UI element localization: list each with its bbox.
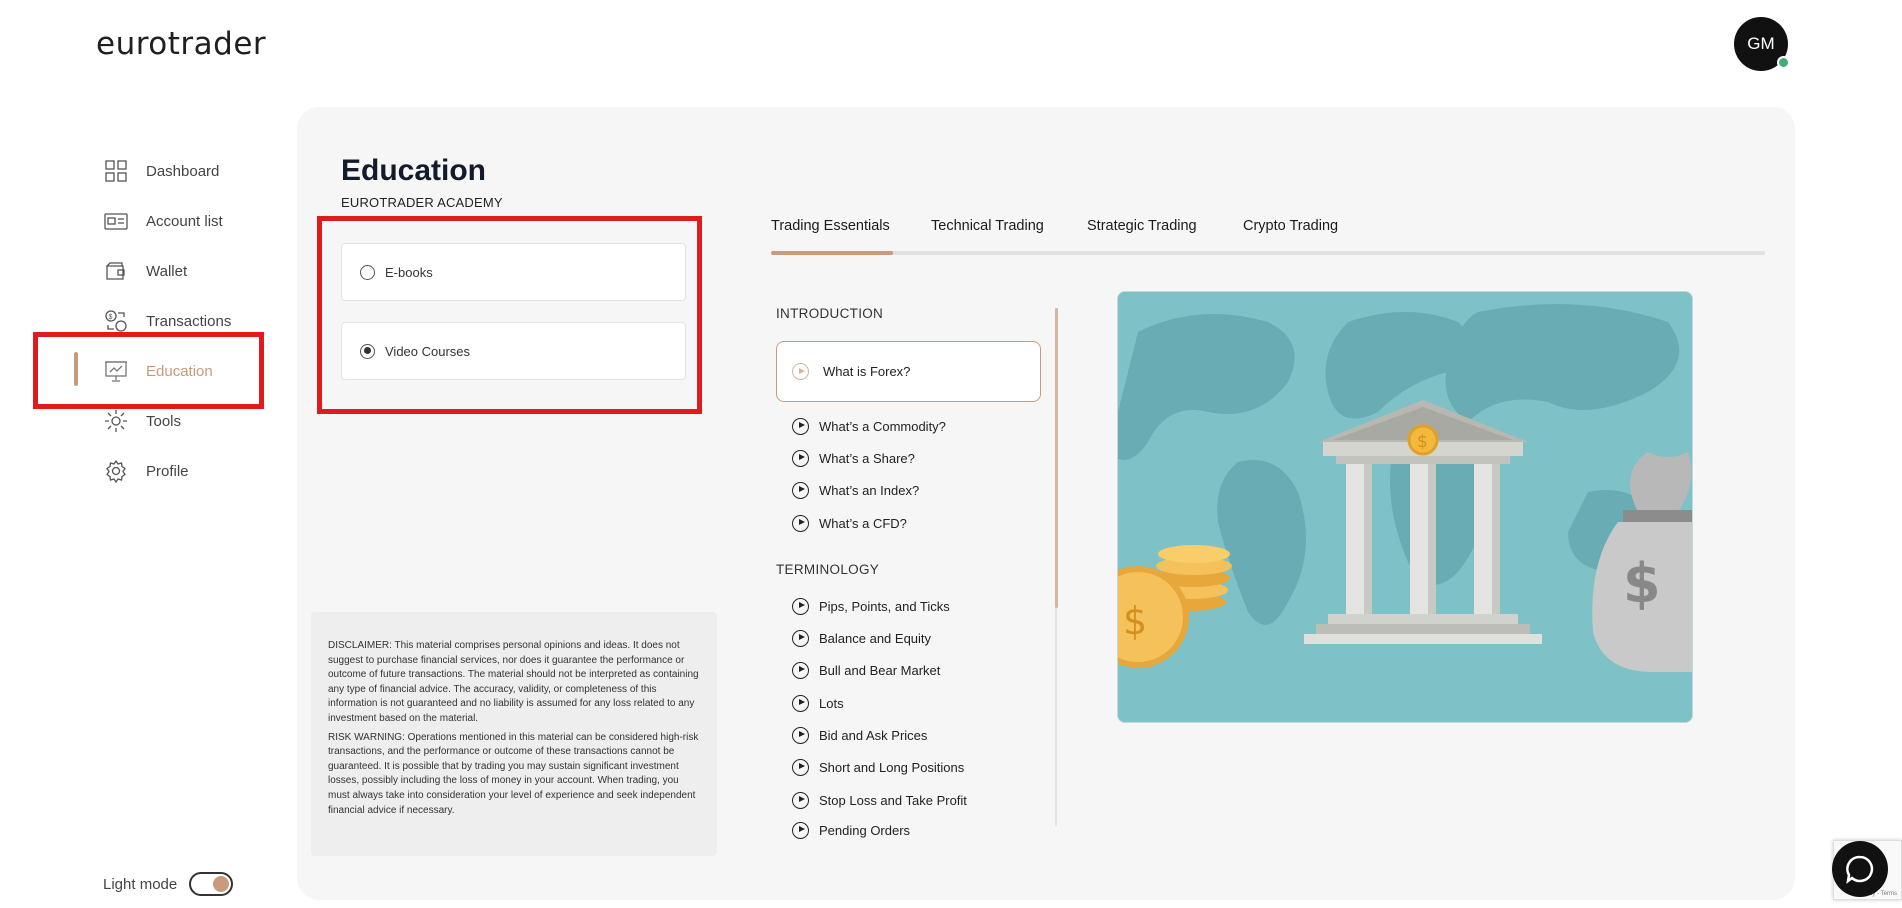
tab-trading-essentials[interactable]: Trading Essentials xyxy=(771,218,890,234)
lesson-label: Bid and Ask Prices xyxy=(819,727,928,743)
tab-track xyxy=(771,251,1765,255)
sidebar-item-label: Wallet xyxy=(146,262,188,280)
section-label-introduction: INTRODUCTION xyxy=(776,306,884,321)
light-mode-switch: Light mode xyxy=(103,872,234,896)
wallet-icon xyxy=(106,262,125,280)
chat-widget-button[interactable] xyxy=(1832,841,1888,897)
play-icon xyxy=(792,629,809,647)
lesson-item[interactable]: Balance and Equity xyxy=(792,627,931,649)
user-avatar[interactable]: GM xyxy=(1734,17,1790,71)
lesson-label: Short and Long Positions xyxy=(819,759,965,775)
lesson-label: Stop Loss and Take Profit xyxy=(819,792,967,808)
sidebar-item-label: Transactions xyxy=(146,312,232,330)
lesson-label: Pips, Points, and Ticks xyxy=(819,598,950,614)
risk-warning-text: RISK WARNING: Operations mentioned in th… xyxy=(328,731,699,816)
lesson-item[interactable]: What’s a Share? xyxy=(792,447,915,469)
play-icon xyxy=(792,758,809,776)
online-status-dot xyxy=(1777,56,1790,69)
play-icon xyxy=(792,791,809,809)
sidebar-item-dashboard[interactable]: Dashboard xyxy=(104,156,274,186)
lesson-label: Balance and Equity xyxy=(819,630,932,646)
tab-strategic-trading[interactable]: Strategic Trading xyxy=(1087,218,1197,234)
eurotrader-logo[interactable]: eurotrader xyxy=(96,26,266,62)
sidebar-item-label: Account list xyxy=(146,212,223,230)
lesson-label: Bull and Bear Market xyxy=(819,662,941,678)
play-icon xyxy=(792,726,809,744)
lesson-item-active[interactable]: What is Forex? xyxy=(776,341,1041,402)
bank-illustration: $ $ $ xyxy=(1118,292,1692,722)
page-title: Education xyxy=(341,154,487,187)
chat-bubble-icon xyxy=(1846,855,1874,884)
play-icon xyxy=(792,481,809,499)
tab-technical-trading[interactable]: Technical Trading xyxy=(931,218,1044,234)
tab-crypto-trading[interactable]: Crypto Trading xyxy=(1243,218,1338,234)
settings-gear-icon xyxy=(106,459,126,483)
lesson-item[interactable]: Short and Long Positions xyxy=(792,756,964,778)
lesson-item[interactable]: Bull and Bear Market xyxy=(792,659,940,681)
disclaimer-text: DISCLAIMER: This material comprises pers… xyxy=(328,640,699,724)
highlight-box-education-nav xyxy=(33,332,264,409)
sidebar-item-tools[interactable]: Tools xyxy=(104,406,274,436)
play-icon xyxy=(792,514,809,532)
tools-gear-icon xyxy=(105,410,127,432)
sidebar-item-label: Dashboard xyxy=(146,162,220,180)
light-mode-toggle[interactable] xyxy=(189,872,234,896)
page-subtitle: EUROTRADER ACADEMY xyxy=(341,195,503,210)
lesson-label: What’s a Commodity? xyxy=(819,418,946,434)
lesson-item[interactable]: Bid and Ask Prices xyxy=(792,724,927,746)
lesson-label: What is Forex? xyxy=(823,364,911,379)
play-icon xyxy=(792,363,809,380)
play-icon xyxy=(792,821,809,839)
play-icon xyxy=(792,417,809,435)
play-icon xyxy=(792,597,809,615)
lesson-item[interactable]: What’s an Index? xyxy=(792,479,919,501)
play-icon xyxy=(792,661,809,679)
lesson-item[interactable]: What’s a Commodity? xyxy=(792,415,946,437)
sidebar-item-wallet[interactable]: Wallet xyxy=(104,256,274,286)
sidebar-item-label: Tools xyxy=(146,412,182,430)
disclaimer-box: DISCLAIMER: This material comprises pers… xyxy=(311,612,717,856)
lesson-label: What’s a Share? xyxy=(819,450,915,466)
user-initials: GM xyxy=(1747,34,1775,53)
svg-text:$: $ xyxy=(1123,599,1147,643)
toggle-knob xyxy=(213,876,230,892)
sidebar-item-profile[interactable]: Profile xyxy=(104,456,274,486)
exchange-icon: $ xyxy=(105,310,127,332)
play-icon xyxy=(792,449,809,467)
svg-text:$: $ xyxy=(1417,432,1428,452)
lesson-item[interactable]: Stop Loss and Take Profit xyxy=(792,789,967,811)
svg-text:$: $ xyxy=(109,314,113,321)
video-player[interactable]: $ $ $ xyxy=(1117,291,1693,723)
course-tabs: Trading Essentials Technical Trading Str… xyxy=(771,218,1765,256)
lesson-label: Lots xyxy=(819,695,844,711)
lesson-item[interactable]: Lots xyxy=(792,692,844,714)
id-card-icon xyxy=(104,213,128,230)
light-mode-label: Light mode xyxy=(103,875,178,893)
play-icon xyxy=(792,694,809,712)
section-label-terminology: TERMINOLOGY xyxy=(776,562,880,577)
grid-icon xyxy=(105,160,127,182)
sidebar-item-account-list[interactable]: Account list xyxy=(104,206,274,236)
lesson-label: Pending Orders xyxy=(819,822,911,838)
lesson-item[interactable]: What’s a CFD? xyxy=(792,512,907,534)
sidebar-item-label: Profile xyxy=(146,462,189,480)
lesson-label: What’s an Index? xyxy=(819,482,920,498)
lesson-label: What’s a CFD? xyxy=(819,515,907,531)
lesson-scrollbar[interactable] xyxy=(1055,308,1058,608)
lesson-list: INTRODUCTION What is Forex? What’s a Com… xyxy=(776,306,1061,839)
svg-text:$: $ xyxy=(1623,552,1661,615)
highlight-box-content-types xyxy=(317,216,702,414)
lesson-item[interactable]: Pips, Points, and Ticks xyxy=(792,595,950,617)
tab-active-indicator xyxy=(771,251,893,255)
lesson-item[interactable]: Pending Orders xyxy=(792,821,910,839)
